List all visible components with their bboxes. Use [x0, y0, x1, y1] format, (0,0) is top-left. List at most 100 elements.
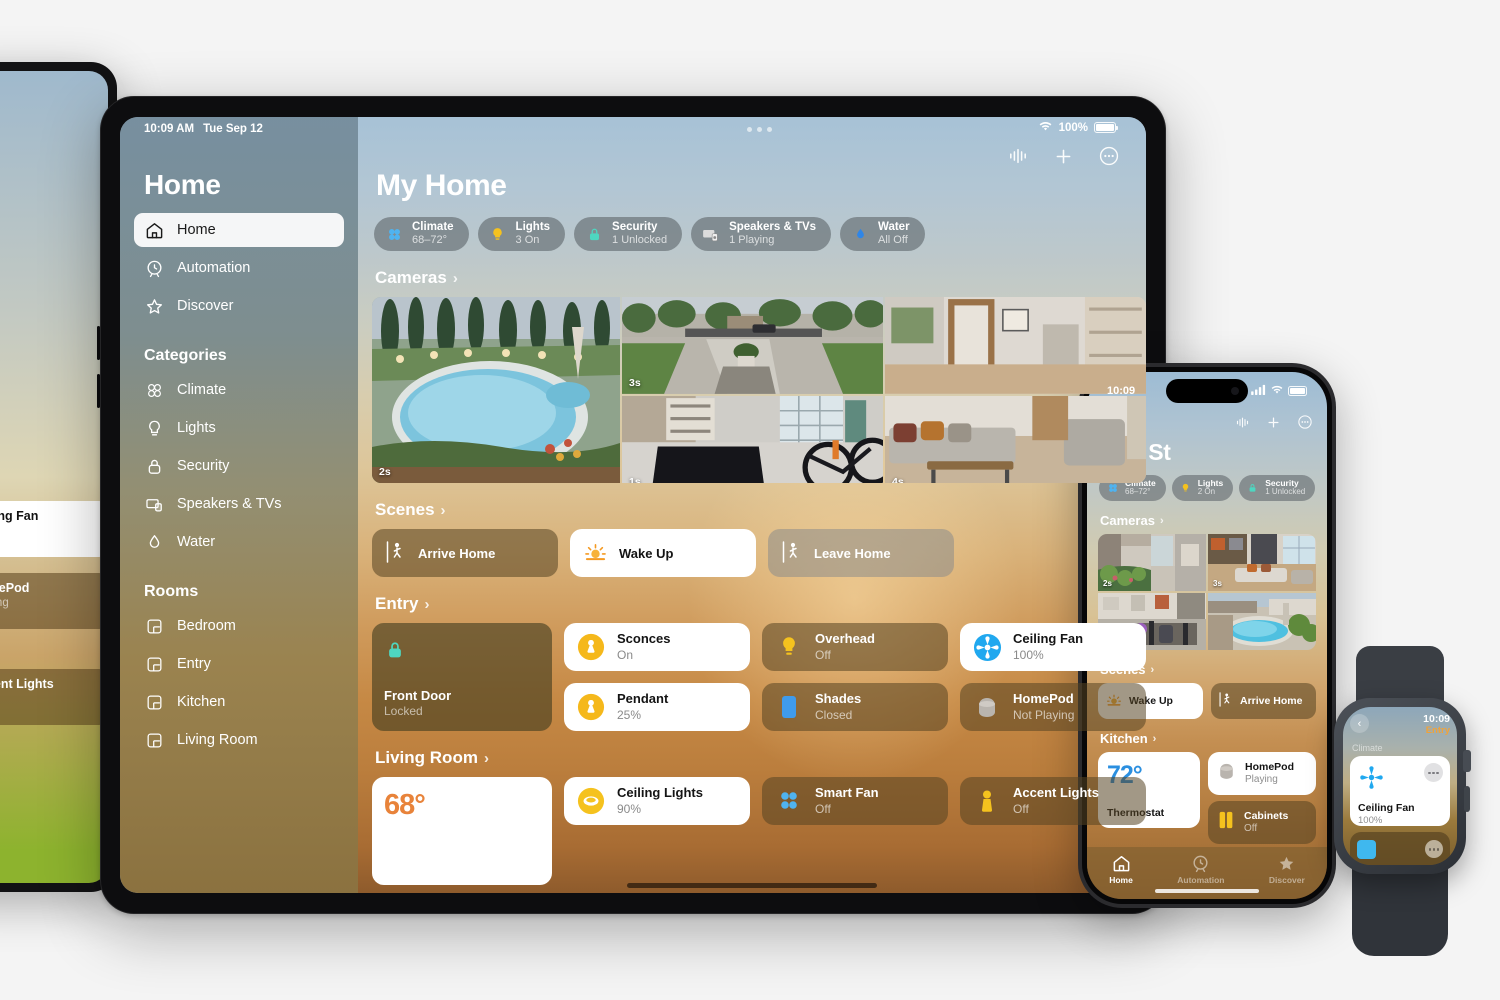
bulb-icon: [489, 225, 507, 243]
chevron-right-icon: ›: [1152, 732, 1157, 745]
sidebar-item-entry[interactable]: Entry: [134, 647, 344, 681]
sidebar-item-home[interactable]: Home: [134, 213, 344, 247]
tile-status: 100%: [1013, 647, 1044, 662]
tile-ceiling-fan[interactable]: Ceiling Fan 100%: [960, 623, 1146, 671]
volume-up-button[interactable]: [97, 326, 100, 360]
camera-tile-living-room-top[interactable]: [885, 297, 1146, 394]
scene-leave-home[interactable]: Leave Home: [768, 529, 954, 577]
chevron-left-icon[interactable]: ‹: [1350, 714, 1369, 733]
tile-homepod[interactable]: HomePod Not Playing: [960, 683, 1146, 731]
tile-name: Ceiling Fan: [1358, 802, 1415, 815]
status-pill-water[interactable]: Water All Off: [840, 217, 925, 251]
status-pill-lights[interactable]: Lights 3 On: [477, 217, 566, 251]
wifi-icon: [1270, 384, 1284, 398]
sidebar-item-label: Lights: [177, 420, 216, 436]
pill-subtitle: 2 On: [1197, 487, 1216, 497]
status-date: Tue Sep 12: [203, 123, 263, 135]
secondary-tile-ceiling-fan[interactable]: Ceiling Fan: [0, 501, 108, 557]
camera-tile-garage[interactable]: 1s: [622, 395, 883, 483]
entry-section-header[interactable]: Entry ›: [372, 577, 1146, 623]
tab-automation[interactable]: Automation: [1177, 854, 1224, 885]
scenes-section-header[interactable]: Scenes ›: [372, 483, 1146, 529]
status-pill-lights[interactable]: Lights 2 On: [1171, 475, 1234, 501]
tile-shades[interactable]: Shades Closed: [762, 683, 948, 731]
sidebar-rooms-heading: Rooms: [144, 583, 199, 600]
tile-status: Off: [815, 801, 831, 816]
pill-subtitle: 1 Unlocked: [1265, 487, 1306, 497]
tile-overhead[interactable]: Overhead Off: [762, 623, 948, 671]
status-pill-speakers-tvs[interactable]: Speakers & TVs 1 Playing: [691, 217, 832, 251]
watch-time: 10:09: [1423, 713, 1450, 725]
tile-status: Not Playing: [1013, 707, 1075, 722]
tile-thermostat[interactable]: 68°: [372, 777, 552, 885]
digital-crown[interactable]: [1463, 750, 1471, 772]
room-icon: [144, 616, 164, 636]
watch-tile-ceiling-fan[interactable]: Ceiling Fan 100%: [1350, 756, 1450, 827]
tile-homepod[interactable]: HomePod Playing: [1208, 752, 1316, 795]
watch-tile-shades[interactable]: [1350, 832, 1450, 865]
volume-down-button[interactable]: [97, 374, 100, 408]
battery-icon: [1094, 122, 1119, 133]
camera-tile-driveway[interactable]: 3s: [622, 297, 883, 394]
sidebar-item-water[interactable]: Water: [134, 525, 344, 559]
sidebar-item-living-room[interactable]: Living Room: [134, 723, 344, 757]
chevron-right-icon: ›: [424, 595, 430, 613]
tile-accent-lights[interactable]: Accent Lights Off: [960, 777, 1146, 825]
scene-arrive-home[interactable]: Arrive Home: [372, 529, 558, 577]
star-icon: [144, 296, 164, 316]
scene-arrive-home[interactable]: Arrive Home: [1211, 683, 1316, 719]
sidebar-item-climate[interactable]: Climate: [134, 373, 344, 407]
tile-name: Accent Lights: [1013, 785, 1099, 801]
add-icon[interactable]: [1053, 146, 1074, 167]
status-indicators: 100%: [1038, 120, 1119, 135]
camera-timestamp: 1s: [629, 475, 641, 483]
secondary-tile-accent-lights[interactable]: Accent Lights: [0, 669, 108, 725]
sidebar-item-speakers-tvs[interactable]: Speakers & TVs: [134, 487, 344, 521]
camera-tile-pool[interactable]: [1208, 593, 1316, 650]
status-pill-climate[interactable]: Climate 68–72°: [374, 217, 469, 251]
tile-front-door[interactable]: Front Door Locked: [372, 623, 552, 731]
tile-status: Off: [815, 647, 831, 662]
more-icon[interactable]: [1425, 840, 1443, 859]
multitasking-dots[interactable]: [746, 126, 772, 132]
more-icon[interactable]: [1424, 763, 1443, 783]
tile-cabinets[interactable]: Cabinets Off: [1208, 801, 1316, 844]
sidebar-item-kitchen[interactable]: Kitchen: [134, 685, 344, 719]
cameras-section-header[interactable]: Cameras ›: [372, 251, 1146, 297]
scene-wake-up[interactable]: Wake Up: [570, 529, 756, 577]
tile-status: Closed: [815, 707, 853, 722]
intercom-icon[interactable]: [1007, 147, 1029, 165]
sidebar-item-label: Entry: [177, 656, 211, 672]
intercom-icon[interactable]: [1235, 416, 1250, 434]
sidebar-item-security[interactable]: Security: [134, 449, 344, 483]
living-room-column-2: Smart Fan Off: [762, 777, 948, 885]
camera-tile-living-room[interactable]: 4s: [885, 395, 1146, 483]
tile-status: Locked: [384, 704, 423, 718]
room-icon: [144, 730, 164, 750]
add-icon[interactable]: [1266, 415, 1281, 435]
tile-ceiling-lights[interactable]: Ceiling Lights 90%: [564, 777, 750, 825]
chevron-right-icon: ›: [483, 749, 489, 767]
tile-smart-fan[interactable]: Smart Fan Off: [762, 777, 948, 825]
status-indicators: [1251, 384, 1307, 398]
living-room-section-header[interactable]: Living Room ›: [372, 731, 1146, 777]
secondary-tile-homepod[interactable]: HomePod Playing: [0, 573, 108, 629]
camera-tile-living-room[interactable]: 3s: [1208, 534, 1316, 591]
status-pill-security[interactable]: Security 1 Unlocked: [1239, 475, 1316, 501]
pill-title: Security: [612, 221, 658, 234]
side-button[interactable]: [1464, 786, 1470, 812]
sidebar-item-bedroom[interactable]: Bedroom: [134, 609, 344, 643]
homepod-icon: [972, 692, 1002, 722]
entry-accessory-grid: Front Door Locked Sconces On Pendant 25%…: [372, 623, 1146, 731]
tile-pendant[interactable]: Pendant 25%: [564, 683, 750, 731]
more-icon[interactable]: [1297, 414, 1313, 435]
living-room-column-1: Ceiling Lights 90%: [564, 777, 750, 885]
sidebar-item-automation[interactable]: Automation: [134, 251, 344, 285]
sidebar-item-lights[interactable]: Lights: [134, 411, 344, 445]
more-icon[interactable]: [1098, 145, 1120, 167]
status-pill-security[interactable]: Security 1 Unlocked: [574, 217, 683, 251]
camera-tile-pool[interactable]: 2s: [372, 297, 620, 483]
sidebar-item-discover[interactable]: Discover: [134, 289, 344, 323]
tab-discover[interactable]: Discover: [1269, 854, 1305, 885]
tile-sconces[interactable]: Sconces On: [564, 623, 750, 671]
